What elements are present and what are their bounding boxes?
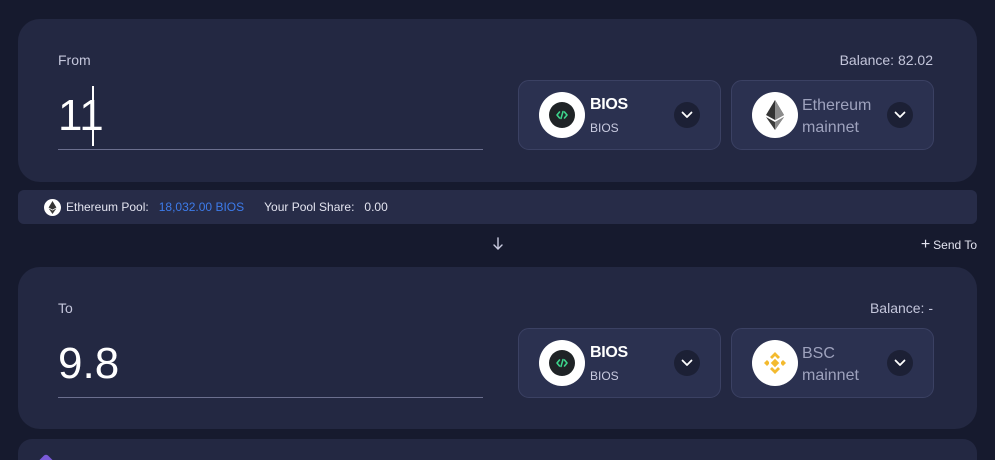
- pool-label: Ethereum Pool:: [66, 200, 149, 214]
- from-token-symbol: BIOS: [590, 121, 619, 135]
- from-card: From Balance: 82.02 BIOS BIOS: [18, 19, 977, 182]
- bnb-icon: [752, 340, 798, 386]
- ethereum-icon: [752, 92, 798, 138]
- from-network-selector[interactable]: Ethereum mainnet: [731, 80, 934, 150]
- pool-value: 18,032.00 BIOS: [158, 200, 245, 214]
- pool-share-label: Your Pool Share:: [264, 200, 355, 214]
- from-amount-input[interactable]: [58, 83, 483, 149]
- to-amount-input[interactable]: [58, 331, 483, 397]
- bios-token-icon: [539, 92, 585, 138]
- from-balance: Balance: 82.02: [839, 52, 933, 68]
- to-token-name: BIOS: [590, 344, 628, 361]
- ethereum-icon: [44, 198, 61, 216]
- pool-share-value: 0.00: [364, 200, 388, 214]
- chevron-down-icon[interactable]: [887, 350, 913, 376]
- to-token-selector[interactable]: BIOS BIOS: [518, 328, 721, 398]
- send-to-button[interactable]: + Send To: [920, 236, 977, 253]
- to-token-symbol: BIOS: [590, 369, 619, 383]
- from-token-selector[interactable]: BIOS BIOS: [518, 80, 721, 150]
- from-amount-field[interactable]: [58, 83, 483, 150]
- chevron-down-icon[interactable]: [674, 350, 700, 376]
- from-token-name: BIOS: [590, 96, 628, 113]
- chevron-down-icon[interactable]: [887, 102, 913, 128]
- plus-icon: +: [920, 236, 931, 253]
- from-label: From: [58, 52, 91, 68]
- to-card: To Balance: - BIOS BIOS: [18, 267, 977, 429]
- text-caret: [92, 86, 94, 146]
- chevron-down-icon[interactable]: [674, 102, 700, 128]
- bios-token-icon: [539, 340, 585, 386]
- to-balance: Balance: -: [869, 300, 933, 316]
- to-label: To: [58, 300, 73, 316]
- pool-info-bar: Ethereum Pool: 18,032.00 BIOS Your Pool …: [18, 190, 977, 224]
- gem-icon: [37, 453, 55, 460]
- to-network-selector[interactable]: BSC mainnet: [731, 328, 934, 398]
- from-network-name: Ethereum mainnet: [802, 97, 872, 136]
- details-card: [18, 439, 977, 460]
- to-network-name: BSC mainnet: [802, 345, 859, 384]
- send-to-label: Send To: [933, 238, 977, 252]
- to-amount-field[interactable]: [58, 331, 483, 398]
- arrow-down-icon[interactable]: [491, 236, 505, 252]
